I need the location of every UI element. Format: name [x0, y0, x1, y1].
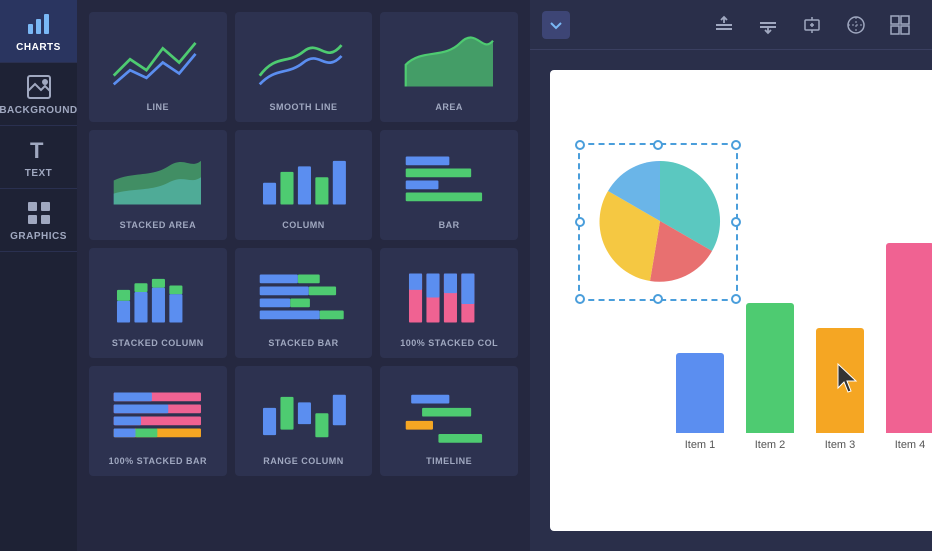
selection-handle-tm[interactable] [653, 140, 663, 150]
cursor-icon [834, 362, 862, 401]
sidebar: CHARTS BACKGROUND T TEXT GRAPHICS [0, 0, 77, 551]
chart-item-bar[interactable]: BAR [380, 130, 518, 240]
chart-item-area[interactable]: AREA [380, 12, 518, 122]
canvas-content: Item 1 Item 2 Item 3 Item 4 [530, 50, 932, 551]
chart-preview-range-column [239, 383, 369, 448]
chart-grid: LINE SMOOTH LINE AREA [77, 0, 530, 488]
chart-item-column-label: COLUMN [282, 220, 325, 230]
chart-panel: LINE SMOOTH LINE AREA [77, 0, 530, 551]
bar-group-item4: Item 4 [880, 243, 932, 451]
layer-down-button[interactable] [754, 11, 782, 39]
chart-preview-timeline [384, 383, 514, 448]
halftone-button[interactable] [842, 11, 870, 39]
chart-item-bar-label: BAR [439, 220, 460, 230]
chart-item-column[interactable]: COLUMN [235, 130, 373, 240]
chart-item-100-stacked-bar[interactable]: 100% STACKED BAR [89, 366, 227, 476]
bar-chart: Item 1 Item 2 Item 3 Item 4 [670, 221, 932, 451]
chart-item-stacked-area-label: STACKED AREA [120, 220, 197, 230]
bar-label-item1: Item 1 [685, 439, 716, 451]
chart-preview-smooth-line [239, 29, 369, 94]
chart-item-line-label: LINE [147, 102, 170, 112]
chart-item-stacked-area[interactable]: STACKED AREA [89, 130, 227, 240]
background-icon [25, 73, 53, 101]
chart-preview-column [239, 147, 369, 212]
selection-handle-tr[interactable] [731, 140, 741, 150]
chart-item-stacked-column-label: STACKED COLUMN [112, 338, 204, 348]
bar-label-item3: Item 3 [825, 439, 856, 451]
chart-preview-stacked-bar [239, 265, 369, 330]
chart-icon [25, 10, 53, 38]
chart-item-100-stacked-col-label: 100% STACKED COL [400, 338, 498, 348]
chart-item-line[interactable]: LINE [89, 12, 227, 122]
selection-handle-tl[interactable] [575, 140, 585, 150]
bar-label-item2: Item 2 [755, 439, 786, 451]
chart-item-range-column[interactable]: RANGE COLUMN [235, 366, 373, 476]
graphics-icon [25, 199, 53, 227]
canvas-white[interactable]: Item 1 Item 2 Item 3 Item 4 [550, 70, 932, 531]
collapse-button[interactable] [542, 11, 570, 39]
grid-button[interactable] [886, 11, 914, 39]
selection-handle-bm[interactable] [653, 294, 663, 304]
chart-preview-100-stacked-col [384, 265, 514, 330]
chart-preview-stacked-column [93, 265, 223, 330]
canvas-area: Item 1 Item 2 Item 3 Item 4 [530, 0, 932, 551]
chart-preview-100-stacked-bar [93, 383, 223, 448]
chart-item-100-stacked-bar-label: 100% STACKED BAR [109, 456, 207, 466]
chart-item-stacked-bar[interactable]: STACKED BAR [235, 248, 373, 358]
chart-item-stacked-bar-label: STACKED BAR [268, 338, 338, 348]
sidebar-item-charts[interactable]: CHARTS [0, 0, 77, 63]
selection-handle-ml[interactable] [575, 217, 585, 227]
layer-up-button[interactable] [710, 11, 738, 39]
sidebar-item-graphics-label: GRAPHICS [10, 231, 67, 242]
chart-item-range-column-label: RANGE COLUMN [263, 456, 344, 466]
selection-handle-bl[interactable] [575, 294, 585, 304]
bar-item2 [746, 303, 794, 433]
bar-item1 [676, 353, 724, 433]
chart-item-100-stacked-col[interactable]: 100% STACKED COL [380, 248, 518, 358]
sidebar-item-background-label: BACKGROUND [0, 105, 78, 116]
chart-preview-line [93, 29, 223, 94]
sidebar-item-graphics[interactable]: GRAPHICS [0, 189, 77, 252]
chart-item-timeline-label: TIMELINE [426, 456, 472, 466]
bar-group-item1: Item 1 [670, 353, 730, 451]
chart-preview-stacked-area [93, 147, 223, 212]
sidebar-item-background[interactable]: BACKGROUND [0, 63, 77, 126]
chart-item-area-label: AREA [435, 102, 463, 112]
chart-item-smooth-line-label: SMOOTH LINE [269, 102, 337, 112]
chart-item-stacked-column[interactable]: STACKED COLUMN [89, 248, 227, 358]
chart-item-timeline[interactable]: TIMELINE [380, 366, 518, 476]
canvas-toolbar [530, 0, 932, 50]
sidebar-item-text[interactable]: T TEXT [0, 126, 77, 189]
sidebar-item-charts-label: CHARTS [16, 42, 61, 53]
chart-preview-bar [384, 147, 514, 212]
chart-item-smooth-line[interactable]: SMOOTH LINE [235, 12, 373, 122]
canvas-chart: Item 1 Item 2 Item 3 Item 4 [550, 131, 932, 471]
svg-text:T: T [30, 138, 44, 163]
chart-preview-area [384, 29, 514, 94]
text-icon: T [25, 136, 53, 164]
sidebar-item-text-label: TEXT [25, 168, 53, 179]
bar-label-item4: Item 4 [895, 439, 926, 451]
add-layer-button[interactable] [798, 11, 826, 39]
bar-group-item2: Item 2 [740, 303, 800, 451]
bars-row: Item 1 Item 2 Item 3 Item 4 [670, 221, 932, 451]
bar-item4 [886, 243, 932, 433]
